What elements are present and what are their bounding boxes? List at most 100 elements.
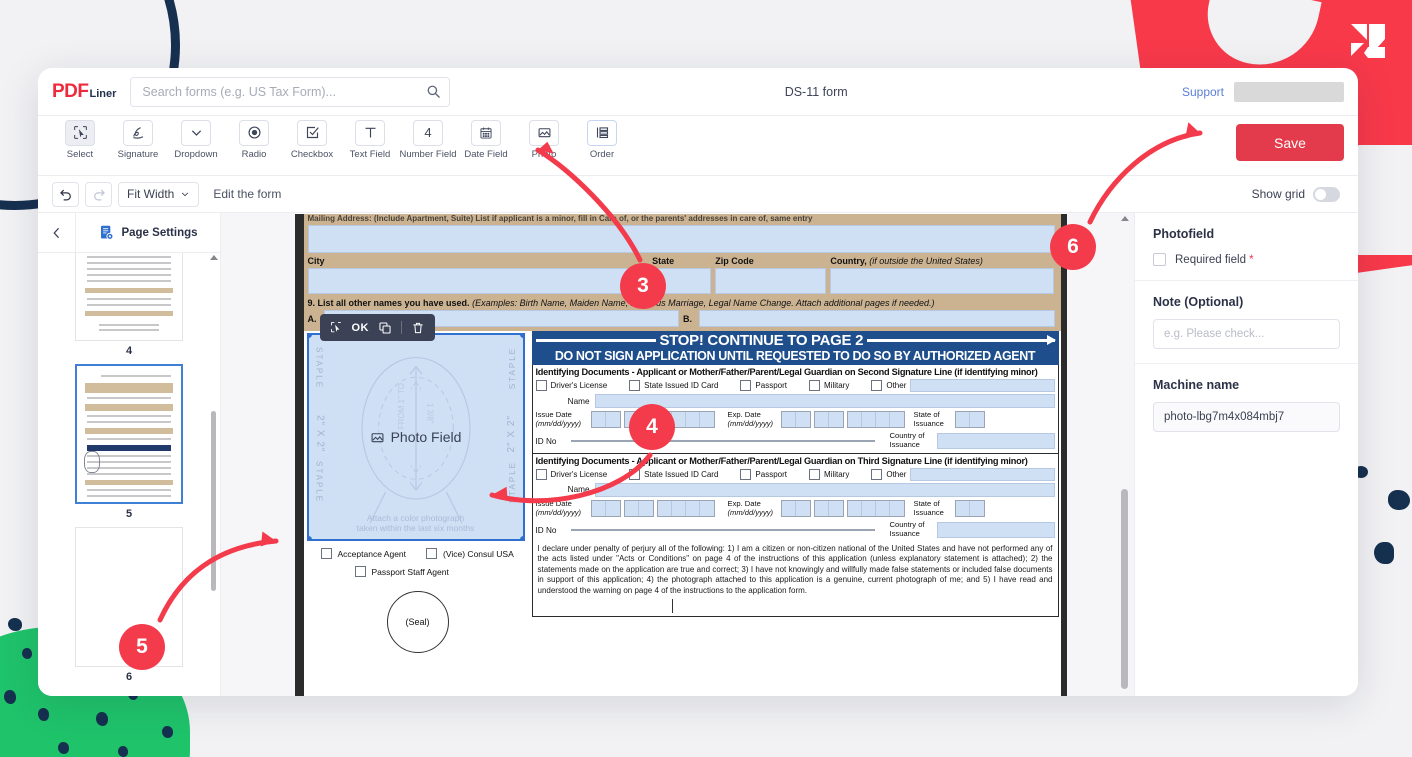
note-title: Note (Optional) — [1153, 295, 1244, 309]
name-field[interactable] — [594, 394, 1055, 408]
issuance-text: Issuance — [913, 418, 944, 428]
viewer-scrollbar[interactable] — [1121, 213, 1129, 696]
issue-date-mm-boxes-2[interactable] — [590, 499, 621, 518]
q9-label: 9. List all other names you have used. — [307, 298, 470, 308]
dot-decoration — [96, 712, 108, 726]
checkbox-acceptance-agent[interactable] — [320, 548, 332, 559]
app-body: Page Settings 4 5 6 Mailing Address: (In… — [38, 213, 1358, 696]
seal-circle: (Seal) — [386, 591, 449, 653]
exp-date-dd-boxes[interactable] — [813, 411, 844, 429]
q9-row: 9. List all other names you have used. (… — [308, 298, 1055, 308]
page-thumbnail-4[interactable] — [75, 253, 183, 341]
tool-radio[interactable]: Radio — [226, 119, 282, 172]
id-no-boxes-2[interactable] — [570, 529, 875, 532]
redo-button[interactable] — [85, 181, 112, 207]
support-link[interactable]: Support — [1182, 85, 1224, 99]
checkbox-state-id[interactable] — [629, 380, 641, 391]
tool-checkbox[interactable]: Checkbox — [284, 119, 340, 172]
address-field[interactable] — [307, 225, 1055, 253]
zip-field[interactable] — [715, 268, 827, 294]
page-thumbnail-5[interactable] — [75, 364, 183, 504]
checkbox-passport[interactable] — [740, 380, 752, 391]
page-settings-button[interactable]: Page Settings — [76, 224, 220, 241]
checkbox-other[interactable] — [871, 380, 883, 391]
tool-select[interactable]: Select — [52, 119, 108, 172]
scrollbar-thumb[interactable] — [211, 411, 216, 591]
duplicate-icon[interactable] — [378, 321, 392, 335]
required-field-text: Required field — [1175, 253, 1246, 266]
required-field-checkbox[interactable] — [1153, 253, 1166, 266]
id-no-boxes[interactable] — [570, 440, 875, 443]
checkbox-military-2[interactable] — [809, 468, 820, 480]
trash-icon[interactable] — [411, 321, 425, 335]
identifying-documents-section-third: Identifying Documents - Applicant or Mot… — [531, 453, 1059, 618]
checkbox-vice-consul[interactable] — [426, 548, 438, 559]
tool-photo[interactable]: Photo — [516, 119, 572, 172]
search-box[interactable] — [130, 76, 451, 107]
account-placeholder[interactable] — [1234, 81, 1344, 102]
show-grid-toggle[interactable]: Show grid — [1252, 186, 1344, 202]
field-context-toolbar[interactable]: OK — [319, 314, 435, 341]
zoom-level-select[interactable]: Fit Width — [118, 181, 200, 207]
city-field[interactable] — [307, 268, 649, 294]
scroll-up-arrow-icon[interactable] — [210, 255, 218, 260]
checkbox-military[interactable] — [809, 380, 820, 391]
name-field-2[interactable] — [594, 482, 1055, 497]
checkbox-state-id-2[interactable] — [629, 468, 641, 480]
context-ok-button[interactable]: OK — [352, 322, 369, 334]
other-label-2: Other — [886, 469, 907, 479]
state-of-issuance-boxes-2[interactable] — [954, 499, 985, 518]
tool-select-label: Select — [66, 148, 94, 160]
tool-dropdown[interactable]: Dropdown — [168, 119, 224, 172]
exp-date-dd-boxes-2[interactable] — [813, 499, 844, 518]
scrollbar-thumb[interactable] — [1121, 489, 1128, 689]
machine-name-input[interactable] — [1153, 402, 1340, 432]
country-field[interactable] — [830, 268, 1055, 294]
photo-field-widget[interactable]: STAPLE STAPLE STAPLE STAPLE 2" X 2" 2" X… — [306, 333, 525, 541]
tool-photo-label: Photo — [531, 148, 557, 160]
collapse-panel-button[interactable] — [38, 213, 76, 252]
undo-button[interactable] — [52, 181, 79, 207]
required-field-row[interactable]: Required field * — [1153, 253, 1340, 266]
issue-date-dd-boxes-2[interactable] — [623, 499, 654, 518]
issue-date-label-2: Issue Date (mm/dd/yyyy) — [536, 499, 588, 517]
checkbox-drivers-license[interactable] — [535, 380, 547, 391]
list-item[interactable]: 5 — [38, 364, 220, 520]
save-button[interactable]: Save — [1236, 124, 1344, 161]
search-icon[interactable] — [426, 84, 441, 99]
tool-signature[interactable]: Signature — [110, 119, 166, 172]
note-input[interactable] — [1153, 319, 1340, 349]
scroll-up-arrow-icon[interactable] — [1121, 216, 1129, 221]
exp-date-mm-boxes-2[interactable] — [780, 499, 811, 518]
q9-b-field[interactable] — [699, 310, 1055, 327]
search-input[interactable] — [130, 76, 451, 107]
select-cursor-icon[interactable] — [330, 321, 343, 334]
tool-number-field[interactable]: 4 Number Field — [399, 119, 457, 172]
checkbox-drivers-license-2[interactable] — [535, 468, 547, 480]
tool-text-field[interactable]: Text Field — [342, 119, 398, 172]
checkbox-passport-2[interactable] — [740, 468, 752, 480]
show-grid-switch[interactable] — [1313, 186, 1340, 202]
exp-date-yyyy-boxes-2[interactable] — [846, 499, 905, 518]
tool-date-field[interactable]: Date Field — [458, 119, 514, 172]
id-no-row-2: ID No Country of Issuance — [536, 521, 1055, 539]
country-of-issuance-field[interactable] — [936, 433, 1055, 450]
pdf-viewer[interactable]: Mailing Address: (Include Apartment, Sui… — [221, 213, 1134, 696]
pdfliner-brand-logo[interactable]: PDF Liner — [52, 81, 116, 103]
other-text-field[interactable] — [910, 379, 1055, 392]
checkbox-other-2[interactable] — [871, 468, 883, 480]
checkbox-passport-staff-agent[interactable] — [354, 566, 366, 577]
tool-order[interactable]: Order — [574, 119, 630, 172]
other-text-field-2[interactable] — [910, 467, 1055, 481]
pdf-page[interactable]: Mailing Address: (Include Apartment, Sui… — [294, 213, 1067, 696]
list-item[interactable]: 4 — [38, 253, 220, 357]
thumbnails-scrollbar[interactable] — [210, 253, 218, 696]
state-of-issuance-boxes[interactable] — [954, 411, 985, 429]
issue-date-yyyy-boxes-2[interactable] — [656, 499, 715, 518]
country-of-issuance-field-2[interactable] — [936, 522, 1055, 539]
field-tools-toolbar: Select Signature Dropdown Radio Checkbox… — [38, 116, 1358, 176]
exp-date-mm-boxes[interactable] — [780, 411, 811, 429]
exp-date-yyyy-boxes[interactable] — [846, 411, 905, 429]
passport-staff-agent-label: Passport Staff Agent — [371, 566, 449, 577]
issue-date-mm-boxes[interactable] — [590, 411, 621, 429]
